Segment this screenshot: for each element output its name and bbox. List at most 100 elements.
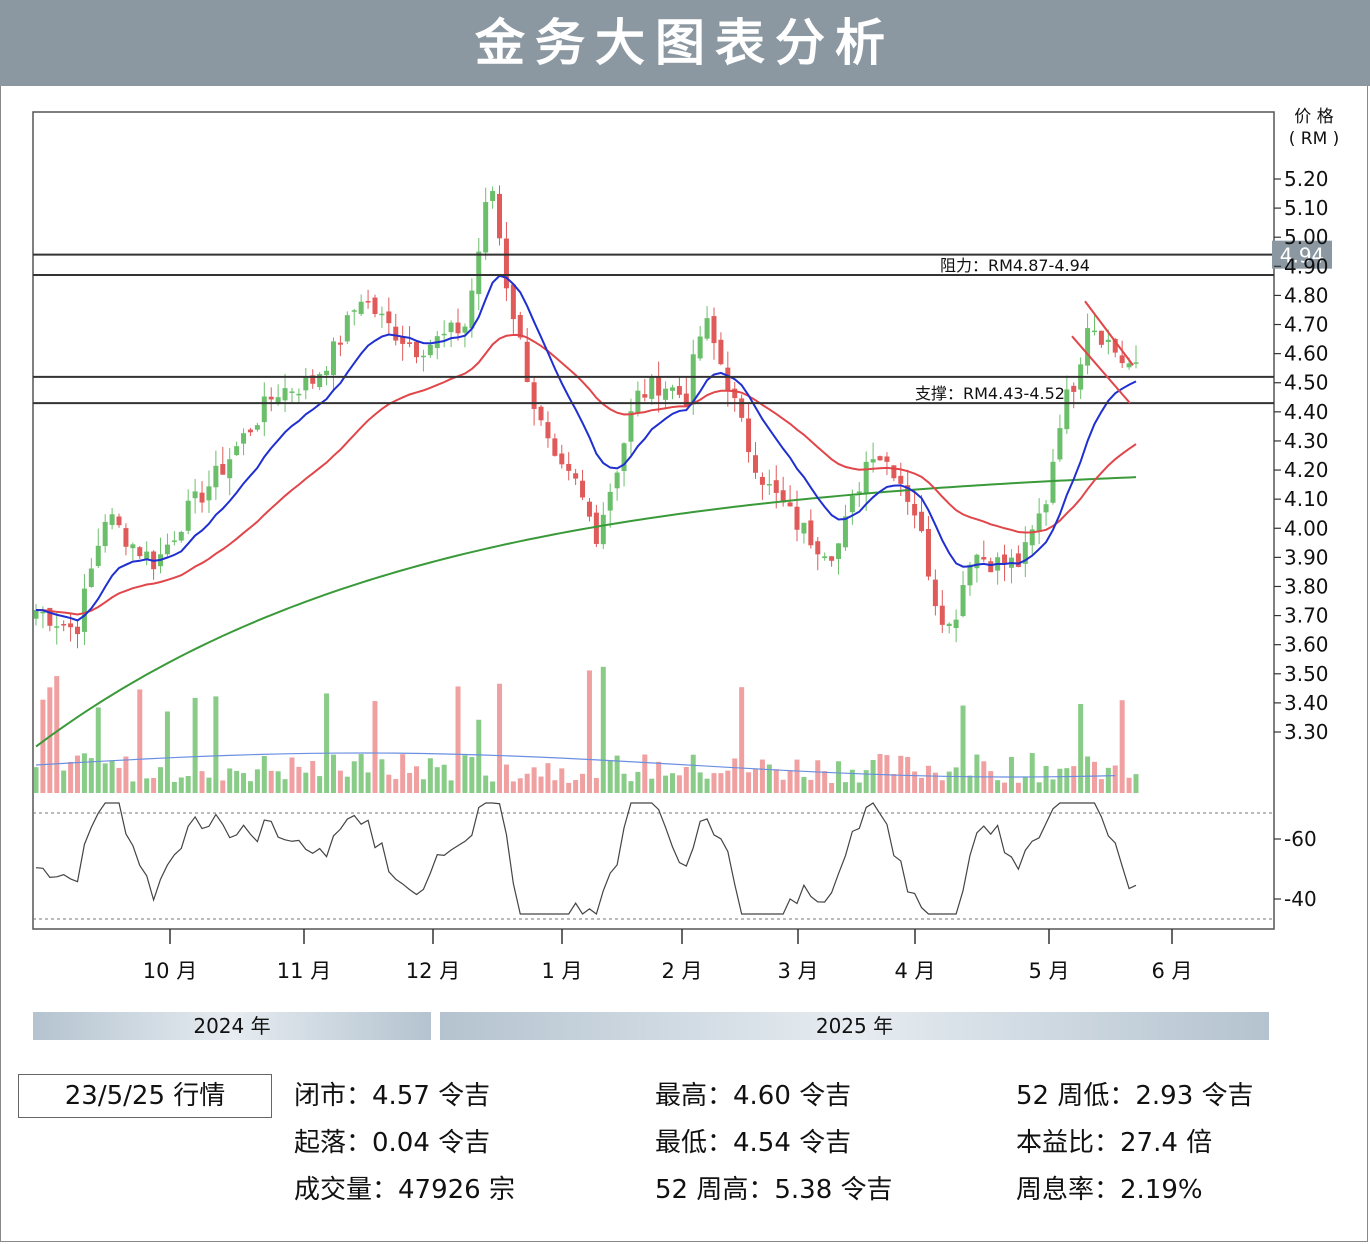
candle-body — [974, 554, 980, 569]
candle-body — [427, 344, 433, 356]
stat-volume: 成交量：47926 宗 — [294, 1175, 515, 1205]
candle-body — [725, 367, 731, 392]
candle-body — [414, 341, 420, 358]
candle-body — [946, 623, 952, 627]
volume-bar — [704, 778, 710, 793]
candle-body — [483, 202, 489, 253]
volume-bar — [773, 769, 779, 793]
volume-bar — [116, 767, 122, 793]
volume-bar — [1133, 774, 1139, 793]
volume-bar — [1022, 777, 1028, 793]
candle-body — [676, 386, 682, 395]
volume-bar — [607, 760, 613, 793]
price-tick-label: 4.80 — [1284, 283, 1329, 307]
candle-body — [614, 472, 620, 489]
volume-bar — [47, 687, 53, 793]
volume-bar — [95, 707, 101, 793]
volume-bar — [234, 770, 240, 793]
candle-body — [420, 355, 426, 358]
volume-bar — [939, 780, 945, 793]
stat-52w-low: 52 周低：2.93 令吉 — [1016, 1081, 1254, 1111]
volume-bar — [199, 771, 205, 793]
candle-body — [690, 354, 696, 405]
volume-bar — [261, 755, 267, 793]
volume-bar — [427, 758, 433, 793]
volume-bar — [1015, 782, 1021, 793]
support-label: 支撑：RM4.43-4.52 — [915, 384, 1065, 403]
candle-body — [898, 475, 904, 484]
volume-bar — [953, 767, 959, 793]
volume-bar — [780, 779, 786, 793]
volume-bar — [144, 778, 150, 793]
candle-body — [746, 418, 752, 453]
candle-body — [1015, 553, 1021, 567]
candle-body — [801, 522, 807, 534]
volume-bar — [220, 780, 226, 793]
volume-bar — [925, 765, 931, 793]
candle-body — [441, 333, 447, 336]
volume-bar — [185, 776, 191, 793]
candle-body — [836, 543, 842, 560]
year-label-2024: 2024 年 — [193, 1014, 271, 1038]
volume-bar — [718, 773, 724, 793]
candle-body — [81, 588, 87, 632]
volume-bar — [75, 755, 81, 793]
volume-bar — [434, 767, 440, 793]
candle-body — [510, 284, 516, 320]
candle-body — [773, 480, 779, 493]
volume-bar — [1029, 753, 1035, 793]
stat-dividend-yield: 周息率：2.19% — [1016, 1175, 1203, 1205]
volume-bar — [275, 771, 281, 793]
volume-bar — [178, 777, 184, 793]
candle-body — [365, 301, 371, 303]
price-tick-label: 3.70 — [1284, 604, 1329, 628]
volume-bar — [365, 772, 371, 793]
candle-body — [275, 397, 281, 403]
volume-bar — [1071, 766, 1077, 793]
volume-bar — [580, 773, 586, 793]
volume-bar — [538, 776, 544, 793]
candle-body — [1085, 328, 1091, 366]
month-label: 12 月 — [406, 959, 460, 983]
candle-body — [704, 318, 710, 339]
candle-body — [939, 605, 945, 625]
price-tick-label: 4.00 — [1284, 516, 1329, 540]
volume-bar — [669, 773, 675, 793]
volume-bar — [628, 781, 634, 793]
candle-body — [88, 568, 94, 587]
price-tick-label: 5.10 — [1284, 196, 1329, 220]
volume-bar — [794, 759, 800, 793]
candle-body — [386, 311, 392, 324]
volume-bar — [1098, 779, 1104, 793]
candle-body — [95, 545, 101, 566]
candle-body — [116, 516, 122, 526]
volume-bar — [130, 781, 136, 793]
volume-bar — [407, 772, 413, 793]
volume-bar — [268, 770, 274, 793]
candle-body — [593, 512, 599, 544]
volume-bar — [1043, 766, 1049, 793]
volume-bar — [822, 771, 828, 793]
volume-bar — [171, 781, 177, 793]
volume-bar — [254, 769, 260, 793]
candle-body — [296, 393, 302, 396]
rsi-tick-label: -40 — [1284, 887, 1317, 911]
volume-bar — [414, 766, 420, 793]
volume-bar — [884, 755, 890, 793]
candle-body — [178, 531, 184, 541]
volume-bar — [517, 778, 523, 793]
candle-body — [164, 544, 170, 555]
candle-body — [759, 476, 765, 485]
volume-bar — [759, 759, 765, 793]
candle-body — [351, 310, 357, 312]
volume-bar — [752, 769, 758, 793]
price-tick-label: 5.00 — [1284, 225, 1329, 249]
volume-bar — [1091, 761, 1097, 793]
volume-bar — [801, 776, 807, 793]
volume-bar — [891, 773, 897, 793]
volume-bar — [559, 768, 565, 793]
candle-body — [199, 492, 205, 503]
candle-body — [68, 623, 74, 628]
volume-bar — [158, 767, 164, 793]
candle-body — [282, 388, 288, 401]
